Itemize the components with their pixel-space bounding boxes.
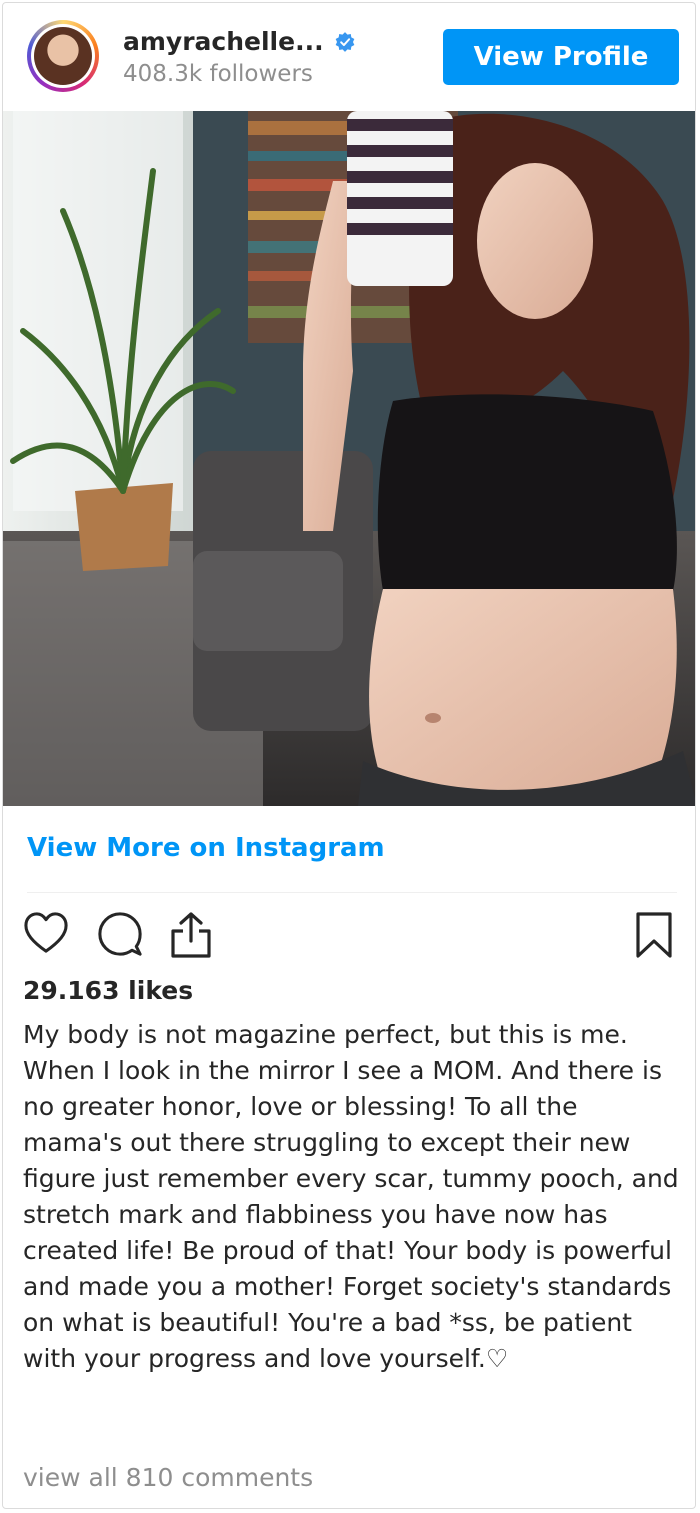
post-header: amyrachelle... 408.3k followers View Pro… — [3, 3, 695, 111]
view-more-link[interactable]: View More on Instagram — [27, 833, 385, 863]
view-comments-link[interactable]: view all 810 comments — [23, 1463, 313, 1492]
avatar[interactable] — [27, 20, 99, 92]
bookmark-icon[interactable] — [635, 911, 673, 959]
share-icon[interactable] — [169, 911, 213, 959]
view-profile-button[interactable]: View Profile — [443, 29, 679, 85]
instagram-embed-card: amyrachelle... 408.3k followers View Pro… — [2, 2, 696, 1509]
post-photo[interactable] — [3, 111, 695, 806]
verified-badge-icon — [335, 31, 354, 52]
post-photo-illustration — [3, 111, 695, 806]
like-count[interactable]: 29.163 likes — [23, 976, 193, 1005]
heart-icon[interactable] — [23, 911, 69, 955]
action-bar — [3, 903, 695, 967]
avatar-image — [34, 27, 92, 85]
avatar-border — [31, 24, 95, 88]
username[interactable]: amyrachelle... — [123, 27, 324, 56]
comment-icon[interactable] — [97, 911, 143, 957]
divider — [27, 892, 677, 893]
username-row: amyrachelle... — [123, 27, 356, 56]
post-caption: My body is not magazine perfect, but thi… — [23, 1020, 687, 1373]
follower-count: 408.3k followers — [123, 61, 313, 87]
